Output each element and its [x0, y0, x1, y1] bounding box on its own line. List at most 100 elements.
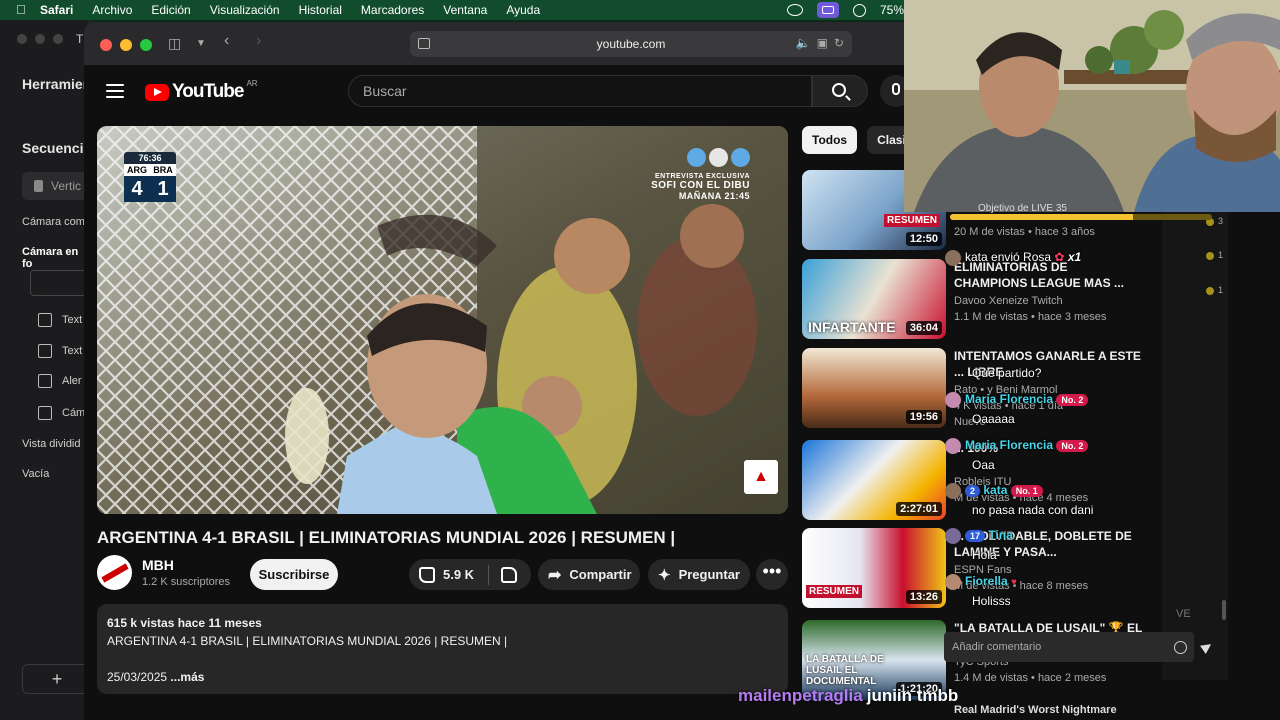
video-player[interactable]: 76:36 ARG BRA 4 1 ENTREVISTA EXCLUSIVA S…	[97, 126, 788, 514]
menu-historial[interactable]: Historial	[299, 3, 342, 17]
chat-text: no pasa nada con dani	[972, 503, 1094, 517]
alert-icon	[38, 374, 52, 388]
webcam-feed	[904, 0, 1280, 212]
description-date: 25/03/2025	[107, 670, 168, 684]
menu-archivo[interactable]: Archivo	[92, 3, 132, 17]
view-count-date: 615 k vistas hace 11 meses	[107, 616, 262, 630]
menu-marcadores[interactable]: Marcadores	[361, 3, 424, 17]
subscribe-button[interactable]: Suscribirse	[250, 559, 338, 590]
share-label: Compartir	[569, 567, 632, 582]
promo-overlay: ENTREVISTA EXCLUSIVA SOFI CON EL DIBU MA…	[651, 148, 750, 201]
description-box[interactable]: 615 k vistas hace 11 meses ARGENTINA 4-1…	[97, 604, 788, 694]
microphone-icon	[892, 83, 900, 95]
camera-row[interactable]: Cám	[38, 406, 85, 420]
menu-app-safari[interactable]: Safari	[40, 3, 73, 17]
audio-icon[interactable]: 🔈	[796, 36, 811, 50]
gift-notification: kata envió Rosa ✿ x1	[945, 250, 1081, 266]
youtube-play-icon	[145, 83, 169, 101]
like-count: 5.9 K	[443, 567, 475, 582]
channel-avatar[interactable]	[97, 555, 132, 590]
camera-label-1: Cámara com	[22, 216, 85, 228]
video-thumbnail[interactable]: RESUMEN 13:26	[802, 528, 946, 608]
description-text: ARGENTINA 4-1 BRASIL | ELIMINATORIAS MUN…	[107, 634, 508, 648]
chat-text: Holisss	[972, 594, 1011, 608]
search-icon	[832, 83, 846, 97]
add-button[interactable]: +	[22, 664, 92, 694]
heart-icon: ♥	[1011, 577, 1017, 589]
forward-icon[interactable]: ›	[256, 32, 261, 50]
sidebar-icon[interactable]: ◫	[168, 35, 181, 52]
like-button[interactable]: 5.9 K	[409, 564, 490, 585]
chat-user[interactable]: kata	[983, 483, 1007, 497]
dislike-button[interactable]	[489, 566, 518, 583]
translate-icon[interactable]: ▣	[817, 36, 828, 50]
close-window-icon[interactable]	[100, 39, 112, 51]
team-codes: ARG BRA	[124, 164, 176, 176]
camera-label-2: Cámara en fo	[22, 246, 79, 270]
promo-line-1: ENTREVISTA EXCLUSIVA	[654, 173, 750, 180]
chat-user[interactable]: Fiorella	[965, 574, 1008, 588]
ask-button[interactable]: ✦ Preguntar	[648, 559, 750, 590]
avatar	[945, 528, 961, 544]
rose-icon: ✿	[1054, 250, 1065, 265]
menu-edicion[interactable]: Edición	[151, 3, 190, 17]
chat-user[interactable]: Maria Florencia	[965, 392, 1053, 406]
more-actions-button[interactable]: •••	[756, 559, 788, 590]
rank-badge: No. 2	[1056, 394, 1089, 406]
description-date-line: 25/03/2025 ...más	[107, 668, 778, 686]
camera-input[interactable]	[30, 270, 90, 296]
menu-icon[interactable]	[106, 84, 124, 98]
share-icon: ➦	[548, 566, 562, 584]
gift-user: kata	[965, 250, 988, 265]
gift-action: envió Rosa	[991, 250, 1052, 265]
chat-user[interactable]: Tina	[988, 528, 1012, 542]
emoji-icon[interactable]	[1174, 641, 1187, 654]
address-bar[interactable]: youtube.com 🔈 ▣ ↻	[410, 31, 852, 57]
team1-score: 4	[131, 178, 143, 200]
zoom-window-icon[interactable]	[140, 39, 152, 51]
stream-usernames: mailenpetraglia juniin tmbb	[738, 686, 958, 706]
ask-label: Preguntar	[678, 567, 740, 582]
menu-ayuda[interactable]: Ayuda	[506, 3, 540, 17]
orientation-select[interactable]: Vertic	[22, 172, 92, 200]
video-thumbnail[interactable]: 19:56	[802, 348, 946, 428]
row-label: Cám	[62, 407, 86, 419]
team2-code: BRA	[153, 165, 173, 175]
reload-icon[interactable]: ↻	[834, 36, 844, 50]
menu-visualizacion[interactable]: Visualización	[210, 3, 280, 17]
rank-badge: No. 2	[1056, 440, 1089, 452]
thumbs-down-icon	[501, 566, 518, 583]
video-duration: 12:50	[905, 232, 942, 246]
apple-icon[interactable]: 	[16, 3, 30, 17]
split-view-label: Vista dividid	[22, 438, 81, 450]
menu-ventana[interactable]: Ventana	[443, 3, 487, 17]
thumb-label: INFARTANTE	[808, 319, 896, 335]
chip-all[interactable]: Todos	[802, 126, 858, 154]
cloud-icon[interactable]	[786, 4, 803, 16]
chevron-down-icon[interactable]: ▼	[196, 38, 206, 49]
chat-comment-input[interactable]: Añadir comentario	[944, 632, 1194, 662]
row-label: Aler	[62, 375, 82, 387]
share-button[interactable]: ➦ Compartir	[538, 559, 640, 590]
video-title: ARGENTINA 4-1 BRASIL | ELIMINATORIAS MUN…	[97, 528, 676, 547]
channel-info: MBH 1.2 K suscriptores	[97, 555, 230, 590]
channel-name[interactable]: MBH	[142, 557, 230, 573]
text-row-2[interactable]: Text	[38, 344, 82, 358]
minimize-window-icon[interactable]	[120, 39, 132, 51]
youtube-logo[interactable]: YouTube AR	[145, 79, 258, 103]
search-input[interactable]: Buscar	[348, 75, 812, 107]
webcam-frame	[904, 0, 1280, 212]
alert-row[interactable]: Aler	[38, 374, 82, 388]
show-more-link[interactable]: ...más	[167, 670, 204, 684]
screen-record-icon[interactable]	[816, 2, 839, 18]
team2-score: 1	[157, 178, 169, 200]
play-icon[interactable]	[852, 3, 866, 17]
back-icon[interactable]: ‹	[224, 32, 229, 50]
video-thumbnail[interactable]: INFARTANTE 36:04	[802, 259, 946, 339]
video-thumbnail[interactable]: 2:27:01	[802, 440, 946, 520]
text-row-1[interactable]: Text	[38, 313, 82, 327]
video-duration: 13:26	[905, 590, 942, 604]
search-button[interactable]	[812, 75, 868, 107]
chat-user[interactable]: Maria Florencia	[965, 438, 1053, 452]
gift-count: x1	[1067, 250, 1082, 265]
